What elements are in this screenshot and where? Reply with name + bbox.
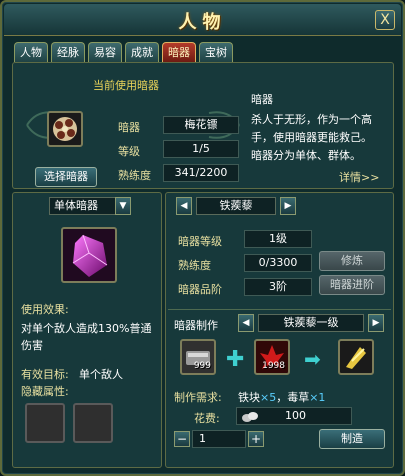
details-link[interactable]: 详情>>: [339, 169, 379, 185]
material-slot-iron[interactable]: 999: [180, 339, 216, 375]
effect-line-2: 伤害: [21, 339, 43, 352]
current-level-value: 1/5: [163, 140, 239, 158]
quantity-input[interactable]: 1: [192, 430, 246, 448]
info-line-3: 暗器分为单体、群体。: [251, 149, 361, 162]
character-window: 人物 X 人物 经脉 易容 成就 暗器 宝树 当前使用暗器 暗器 梅花镖 等级: [0, 0, 405, 476]
decrease-quantity-button[interactable]: −: [174, 431, 190, 447]
weapon-level-value: 1级: [244, 230, 312, 248]
plus-icon: ✚: [226, 347, 245, 372]
requirement-item2-qty: ×1: [309, 391, 326, 404]
info-title: 暗器: [251, 93, 273, 106]
tab-bar: 人物 经脉 易容 成就 暗器 宝树: [14, 42, 233, 62]
effect-line-1: 对单个敌人造成130%普通: [21, 322, 152, 335]
target-label: 有效目标:: [21, 368, 69, 381]
divider: [168, 309, 391, 310]
requirement-separator: ，: [276, 391, 288, 404]
weapon-proficiency-value: 0/3300: [244, 254, 312, 272]
prev-recipe-arrow[interactable]: ◀: [238, 314, 254, 332]
weapon-proficiency-label: 熟练度: [178, 259, 211, 272]
current-proficiency-value: 341/2200: [163, 164, 239, 182]
hidden-attribute-label: 隐藏属性:: [21, 385, 69, 398]
current-weapon-label: 暗器: [118, 121, 140, 134]
weapon-name: 铁蒺藜: [196, 197, 276, 215]
hidden-attribute-slot-2[interactable]: [73, 403, 113, 443]
title-bar[interactable]: 人物 X: [4, 4, 401, 36]
result-slot[interactable]: [338, 339, 374, 375]
cost-value: 100: [285, 409, 306, 422]
tab-meridians[interactable]: 经脉: [51, 42, 85, 62]
plum-dart-icon: [53, 117, 77, 141]
cost-field: 100: [236, 407, 352, 425]
close-button[interactable]: X: [375, 10, 395, 30]
current-weapon-value: 梅花镖: [163, 116, 239, 134]
requirement-label: 制作需求:: [174, 391, 222, 404]
weapon-portrait: [61, 227, 117, 283]
info-line-2: 手，使用暗器更能救己。: [251, 131, 372, 144]
current-proficiency-label: 熟练度: [118, 169, 151, 182]
requirement-item2: 毒草: [287, 391, 310, 404]
requirement-text: 铁块×5，毒草×1: [238, 389, 325, 405]
cost-label: 花费:: [194, 412, 220, 425]
weapon-detail-panel: 单体暗器 ▼ 使用效果: 对单个敌人造成130%普通 伤害 有效目标: 单个敌人…: [12, 192, 162, 468]
next-weapon-arrow[interactable]: ▶: [280, 197, 296, 215]
material-slot-herb[interactable]: 1998: [254, 339, 290, 375]
tab-disguise[interactable]: 易容: [88, 42, 122, 62]
weapon-grade-label: 暗器品阶: [178, 283, 222, 296]
tab-treasure-tree[interactable]: 宝树: [199, 42, 233, 62]
current-weapon-slot[interactable]: [47, 111, 83, 147]
weapon-upgrade-panel: ◀ 铁蒺藜 ▶ 暗器等级 1级 熟练度 0/3300 暗器品阶 3阶 修炼 暗器…: [165, 192, 394, 468]
silver-coin-icon: [242, 412, 258, 422]
requirement-item1: 铁块: [238, 391, 260, 404]
chevron-down-icon[interactable]: ▼: [115, 197, 131, 215]
prev-weapon-arrow[interactable]: ◀: [176, 197, 192, 215]
tab-character[interactable]: 人物: [14, 42, 48, 62]
material-iron-count: 999: [193, 361, 211, 371]
current-weapon-heading: 当前使用暗器: [93, 79, 159, 92]
current-weapon-panel: 当前使用暗器 暗器 梅花镖 等级 1/5 熟练度 341/2200 选择暗器 暗…: [12, 62, 394, 189]
window-title: 人物: [178, 12, 227, 33]
make-button[interactable]: 制造: [319, 429, 385, 449]
tab-achievements[interactable]: 成就: [125, 42, 159, 62]
weapon-level-label: 暗器等级: [178, 235, 222, 248]
weapon-type-value: 单体暗器: [54, 199, 98, 212]
target-value: 单个敌人: [79, 368, 123, 381]
current-level-label: 等级: [118, 145, 140, 158]
tab-hidden-weapons[interactable]: 暗器: [162, 42, 196, 62]
info-line-1: 杀人于无形，作为一个高: [251, 113, 372, 126]
craft-label: 暗器制作: [174, 319, 218, 332]
caltrop-result-icon: [346, 347, 366, 369]
caltrop-gem-icon: [72, 234, 108, 277]
increase-quantity-button[interactable]: +: [248, 431, 264, 447]
select-weapon-button[interactable]: 选择暗器: [35, 167, 97, 187]
arrow-right-icon: ➡: [304, 347, 321, 371]
next-recipe-arrow[interactable]: ▶: [368, 314, 384, 332]
craft-recipe: 铁蒺藜一级: [258, 314, 364, 332]
material-herb-count: 1998: [262, 361, 285, 371]
practice-button[interactable]: 修炼: [319, 251, 385, 271]
hidden-attribute-slot-1[interactable]: [25, 403, 65, 443]
advance-button[interactable]: 暗器进阶: [319, 275, 385, 295]
requirement-item1-qty: ×5: [260, 391, 277, 404]
weapon-grade-value: 3阶: [244, 278, 312, 296]
effect-label: 使用效果:: [21, 303, 69, 316]
